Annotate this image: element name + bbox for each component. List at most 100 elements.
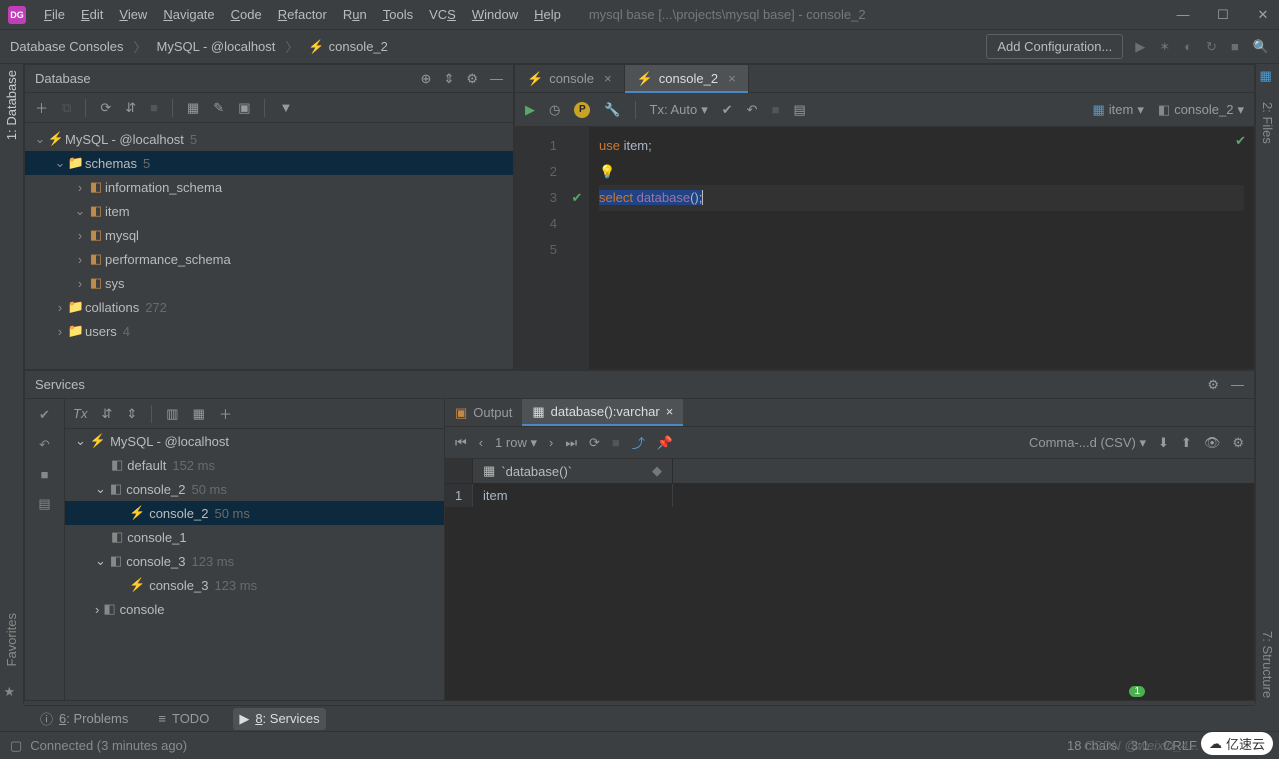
close-window-button[interactable]: ✕: [1255, 7, 1271, 23]
editor-tab-console[interactable]: ⚡console×: [515, 65, 625, 92]
debug-icon[interactable]: ✶: [1159, 39, 1170, 55]
layout-icon[interactable]: ▤: [38, 496, 50, 512]
stop-icon[interactable]: ■: [612, 435, 620, 450]
svc-console-2-item[interactable]: ⚡console_250 ms: [65, 501, 444, 525]
collapse-icon[interactable]: ⇕: [126, 406, 137, 422]
maximize-button[interactable]: ☐: [1215, 7, 1231, 23]
lightbulb-icon[interactable]: 💡: [599, 164, 615, 179]
explain-icon[interactable]: P: [574, 102, 590, 118]
menu-tools[interactable]: Tools: [375, 7, 421, 22]
history-icon[interactable]: ◷: [549, 102, 560, 118]
filter-icon[interactable]: ▼: [279, 100, 292, 115]
eye-icon[interactable]: 👁: [1204, 435, 1221, 451]
result-grid[interactable]: ▦`database()`◆ 1 item: [445, 459, 1254, 700]
group-icon[interactable]: ▥: [166, 406, 178, 422]
svc-default[interactable]: ◧default152 ms: [65, 453, 444, 477]
menu-vcs[interactable]: VCS: [421, 7, 464, 22]
download-icon[interactable]: ⬇: [1158, 435, 1169, 451]
event-badge[interactable]: 1: [1129, 686, 1145, 697]
wrench-icon[interactable]: 🔧: [604, 102, 620, 118]
reload-icon[interactable]: ⟳: [589, 435, 600, 451]
menu-run[interactable]: Run: [335, 7, 375, 22]
next-page-icon[interactable]: ›: [549, 435, 553, 450]
crumb-mysql[interactable]: MySQL - @localhost: [156, 39, 275, 54]
tree-users[interactable]: ›📁users4: [25, 319, 513, 343]
close-icon[interactable]: ×: [604, 71, 612, 86]
tab-services[interactable]: ▶8: Services: [233, 708, 325, 730]
refresh-icon[interactable]: ⟳: [100, 100, 111, 116]
menu-window[interactable]: Window: [464, 7, 526, 22]
add-icon[interactable]: ＋: [35, 98, 48, 117]
coverage-icon[interactable]: ◐: [1184, 39, 1192, 55]
close-icon[interactable]: ×: [666, 404, 674, 419]
tree-schema-sys[interactable]: ›◧sys: [25, 271, 513, 295]
close-icon[interactable]: ×: [728, 71, 736, 86]
edit-icon[interactable]: ✎: [213, 100, 224, 116]
schema-dropdown[interactable]: ▦ item ▾: [1093, 102, 1144, 118]
first-page-icon[interactable]: ⏮: [455, 435, 467, 451]
sort-icon[interactable]: ◆: [652, 463, 662, 479]
duplicate-icon[interactable]: ⧉: [62, 100, 71, 116]
editor-tab-console-2[interactable]: ⚡console_2×: [625, 65, 749, 92]
svc-console-group[interactable]: ›◧console: [65, 597, 444, 621]
table-icon[interactable]: ▦: [187, 100, 199, 116]
tab-files[interactable]: 2: Files: [1258, 96, 1277, 150]
add-service-icon[interactable]: ＋: [219, 404, 232, 423]
crumb-databases[interactable]: Database Consoles: [10, 39, 123, 54]
undo-icon[interactable]: ↶: [39, 437, 50, 453]
gear-icon[interactable]: ⚙: [1232, 435, 1244, 451]
cancel-icon[interactable]: ■: [772, 102, 780, 117]
services-tree[interactable]: ⌄⚡MySQL - @localhost ◧default152 ms ⌄◧co…: [65, 429, 444, 700]
stop-icon[interactable]: ■: [150, 100, 158, 115]
settings-icon[interactable]: ⚙: [1207, 377, 1219, 393]
crumb-console[interactable]: console_2: [329, 39, 388, 54]
status-icon[interactable]: ▢: [10, 738, 22, 754]
tree-schemas[interactable]: ⌄📁 schemas 5: [25, 151, 513, 175]
svc-console-1[interactable]: ◧console_1: [65, 525, 444, 549]
menu-refactor[interactable]: Refactor: [270, 7, 335, 22]
check-icon[interactable]: ✔: [39, 407, 50, 423]
collapse-icon[interactable]: ⇕: [443, 71, 454, 87]
layout-icon[interactable]: ▤: [793, 102, 805, 118]
stop-icon[interactable]: ■: [1231, 39, 1239, 55]
menu-navigate[interactable]: Navigate: [155, 7, 222, 22]
menu-edit[interactable]: Edit: [73, 7, 111, 22]
svc-root[interactable]: ⌄⚡MySQL - @localhost: [65, 429, 444, 453]
target-icon[interactable]: ⊕: [421, 71, 432, 87]
pin-icon[interactable]: 📌: [657, 435, 673, 451]
svc-console-2-group[interactable]: ⌄◧console_250 ms: [65, 477, 444, 501]
last-page-icon[interactable]: ⏭: [565, 435, 577, 451]
stop-icon[interactable]: ■: [41, 467, 49, 482]
tab-favorites[interactable]: Favorites: [2, 607, 21, 672]
menu-code[interactable]: Code: [223, 7, 270, 22]
cell-value[interactable]: item: [473, 484, 673, 507]
expand-icon[interactable]: ⇵: [101, 406, 112, 422]
tree-schema-mysql[interactable]: ›◧mysql: [25, 223, 513, 247]
console-icon[interactable]: ▣: [238, 100, 250, 116]
rollback-icon[interactable]: ↶: [747, 102, 758, 118]
tree-schema-performance[interactable]: ›◧performance_schema: [25, 247, 513, 271]
code-editor[interactable]: 12345 ✔ use item; 💡 select database(); ✔: [515, 127, 1254, 369]
settings-icon[interactable]: ⚙: [466, 71, 478, 87]
result-tab[interactable]: ▦database():varchar×: [522, 399, 683, 426]
hide-panel-icon[interactable]: —: [490, 71, 503, 87]
grid-icon[interactable]: ▦: [193, 406, 205, 422]
export-format-dropdown[interactable]: Comma-...d (CSV) ▾: [1029, 435, 1146, 451]
add-configuration-button[interactable]: Add Configuration...: [986, 34, 1123, 59]
tab-structure[interactable]: 7: Structure: [1258, 625, 1277, 704]
tree-collations[interactable]: ›📁collations272: [25, 295, 513, 319]
tab-database[interactable]: 1: Database: [2, 64, 21, 146]
commit-icon[interactable]: ✔: [722, 102, 733, 118]
add-row-icon[interactable]: ⤴: [632, 433, 645, 452]
search-everywhere-icon[interactable]: 🔍: [1253, 39, 1269, 55]
menu-help[interactable]: Help: [526, 7, 569, 22]
execute-icon[interactable]: ▶: [525, 102, 535, 118]
prev-page-icon[interactable]: ‹: [479, 435, 483, 450]
tree-datasource[interactable]: ⌄⚡ MySQL - @localhost 5: [25, 127, 513, 151]
profile-icon[interactable]: ↻: [1206, 39, 1217, 55]
menu-file[interactable]: File: [36, 7, 73, 22]
hide-panel-icon[interactable]: —: [1231, 377, 1244, 393]
svc-console-3-item[interactable]: ⚡console_3123 ms: [65, 573, 444, 597]
rows-dropdown[interactable]: 1 row ▾: [495, 435, 537, 451]
sync-icon[interactable]: ⇵: [125, 100, 136, 116]
